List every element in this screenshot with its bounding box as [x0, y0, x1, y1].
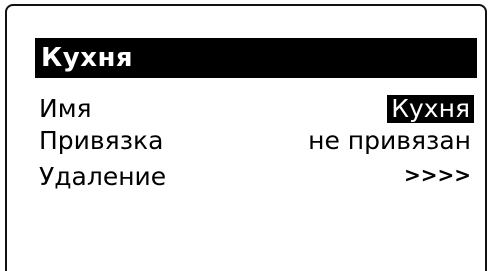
- menu-item-name[interactable]: Имя Кухня: [35, 92, 477, 126]
- menu-item-label: Имя: [39, 94, 92, 123]
- delete-arrow-indicator[interactable]: >>>>: [404, 158, 471, 192]
- screen-title: Кухня: [35, 38, 477, 78]
- menu-item-binding[interactable]: Привязка не привязан: [35, 124, 477, 158]
- binding-value[interactable]: не привязан: [308, 124, 471, 158]
- name-value-selected[interactable]: Кухня: [387, 95, 474, 123]
- device-screen: Кухня Имя Кухня Привязка не привязан Уда…: [5, 4, 487, 271]
- menu-item-label: Привязка: [39, 126, 164, 155]
- menu-item-delete[interactable]: Удаление >>>>: [35, 160, 477, 194]
- menu-item-label: Удаление: [39, 162, 167, 191]
